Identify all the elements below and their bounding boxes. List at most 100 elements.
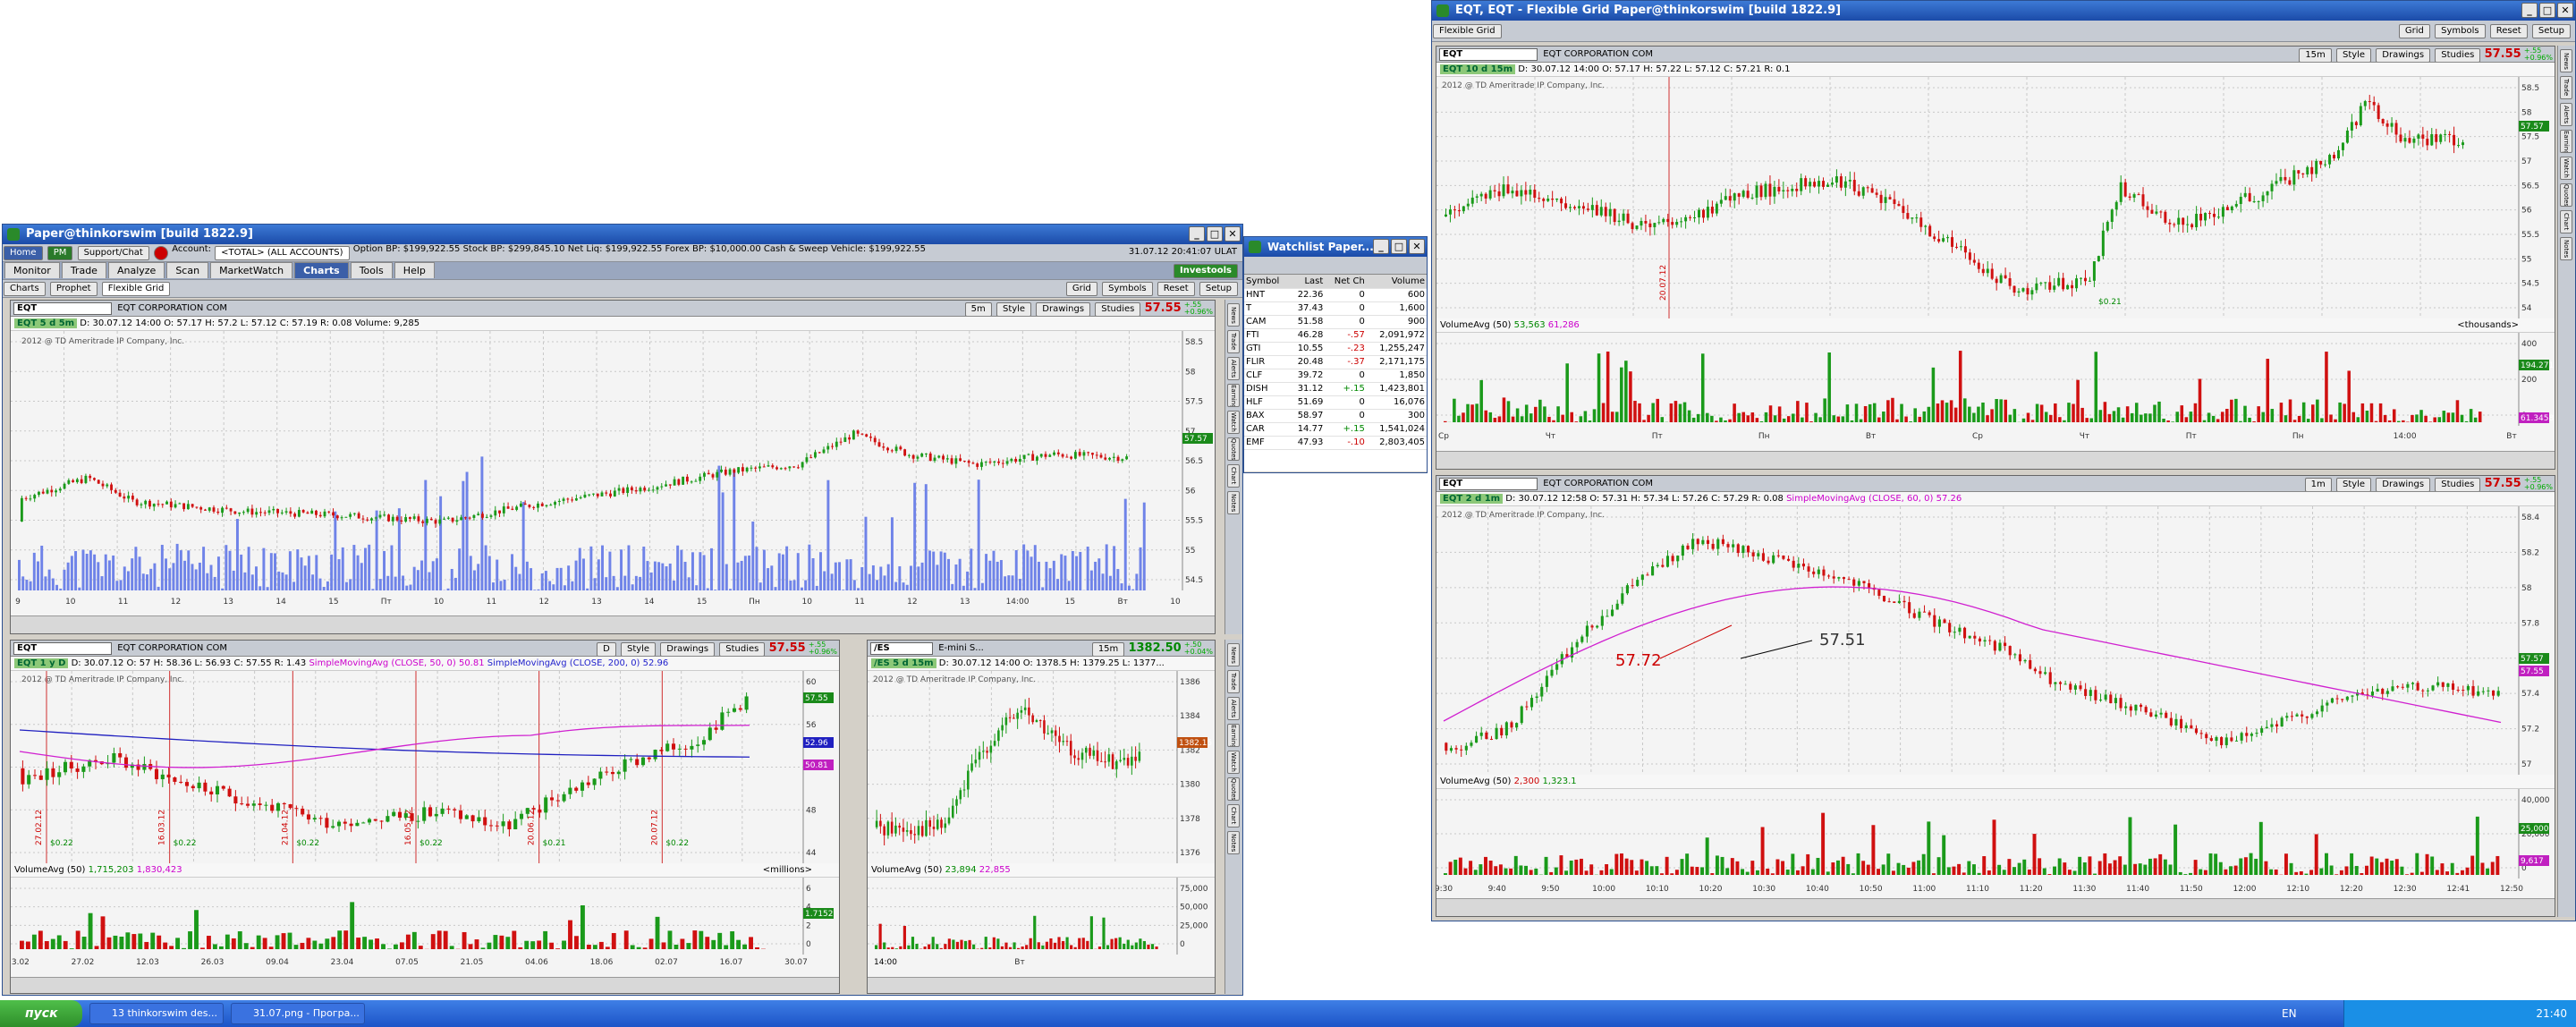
watchlist-titlebar[interactable]: Watchlist Paper... _ □ ✕ <box>1244 237 1427 257</box>
timeframe-select[interactable]: D <box>597 642 616 656</box>
side-earnings-button[interactable]: Earnings <box>1227 384 1240 407</box>
col-netch[interactable]: Net Ch <box>1325 275 1367 289</box>
side-earnings-button[interactable]: Earnings <box>2560 130 2572 153</box>
symbols-button[interactable]: Symbols <box>2435 24 2486 38</box>
drawings-menu[interactable]: Drawings <box>1036 302 1091 316</box>
side-quotes-button[interactable]: Quotes <box>2560 183 2572 207</box>
studies-menu[interactable]: Studies <box>719 642 766 656</box>
side-chart-button[interactable]: Chart <box>1227 464 1240 488</box>
style-menu[interactable]: Style <box>996 302 1032 316</box>
drawings-menu[interactable]: Drawings <box>2376 478 2431 491</box>
chart-scrollbar[interactable] <box>1436 898 2555 916</box>
side-watch-button[interactable]: Watch <box>1227 411 1240 434</box>
watchlist-row[interactable]: BAX 58.97 0 300 <box>1244 409 1427 423</box>
tab-tools[interactable]: Tools <box>350 262 393 278</box>
language-indicator[interactable]: EN <box>2282 1000 2297 1027</box>
drawings-menu[interactable]: Drawings <box>2376 48 2431 62</box>
watchlist-row[interactable]: EMF 47.93 -.10 2,803,405 <box>1244 436 1427 450</box>
chart-scrollbar[interactable] <box>868 977 1215 993</box>
watchlist-minimize[interactable]: _ <box>1373 239 1389 254</box>
watchlist-row[interactable]: T 37.43 0 1,600 <box>1244 301 1427 316</box>
symbol-input[interactable]: EQT <box>13 642 112 655</box>
chart-scrollbar[interactable] <box>1436 451 2555 469</box>
watchlist-row[interactable]: HNT 22.36 0 600 <box>1244 288 1427 302</box>
price-chart[interactable]: 1386138413821380137813762012 @ TD Amerit… <box>868 671 1215 863</box>
price-chart[interactable]: 60565248442012 @ TD Ameritrade IP Compan… <box>11 671 839 863</box>
reset-button[interactable]: Reset <box>1157 282 1195 296</box>
home-button[interactable]: Home <box>4 246 43 260</box>
watchlist-row[interactable]: HLF 51.69 0 16,076 <box>1244 395 1427 410</box>
style-menu[interactable]: Style <box>620 642 657 656</box>
side-alerts-button[interactable]: Alerts <box>1227 357 1240 380</box>
side-watch-button[interactable]: Watch <box>2560 157 2572 180</box>
tab-scan[interactable]: Scan <box>166 262 209 278</box>
maximize-button[interactable]: □ <box>1207 226 1223 242</box>
volume-chart[interactable]: 64201.715213.0227.0212.0326.0309.0423.04… <box>11 878 839 971</box>
watchlist-row[interactable]: CLF 39.72 0 1,850 <box>1244 369 1427 383</box>
subtab-prophet[interactable]: Prophet <box>49 282 97 296</box>
taskbar-task-thinkorswim[interactable]: 13 thinkorswim des... <box>89 1003 224 1024</box>
symbols-button[interactable]: Symbols <box>1102 282 1153 296</box>
side-alerts-button[interactable]: Alerts <box>2560 103 2572 126</box>
subtab-flexible-grid[interactable]: Flexible Grid <box>101 282 171 296</box>
tab-analyze[interactable]: Analyze <box>107 262 165 278</box>
minimize-button[interactable]: _ <box>2521 3 2538 18</box>
side-alerts-button[interactable]: Alerts <box>1227 697 1240 720</box>
timeframe-select[interactable]: 15m <box>2299 48 2332 62</box>
watchlist-close[interactable]: ✕ <box>1409 239 1425 254</box>
volume-chart[interactable]: 75,00050,00025,000014:00 Вт <box>868 878 1215 971</box>
side-trade-button[interactable]: Trade <box>1227 670 1240 693</box>
side-notes-button[interactable]: Notes <box>2560 237 2572 260</box>
side-trade-button[interactable]: Trade <box>2560 76 2572 99</box>
timeframe-select[interactable]: 5m <box>964 302 992 316</box>
col-volume[interactable]: Volume <box>1366 275 1427 289</box>
side-notes-button[interactable]: Notes <box>1227 831 1240 854</box>
style-menu[interactable]: Style <box>2335 48 2372 62</box>
grid-window-titlebar[interactable]: EQT, EQT - Flexible Grid Paper@thinkorsw… <box>1432 1 2575 21</box>
watchlist-row[interactable]: FLIR 20.48 -.37 2,171,175 <box>1244 355 1427 369</box>
close-button[interactable]: ✕ <box>2557 3 2573 18</box>
side-quotes-button[interactable]: Quotes <box>1227 437 1240 461</box>
price-chart[interactable]: 58.55857.55756.55655.55554.52012 @ TD Am… <box>11 331 1215 608</box>
volume-chart[interactable]: 40,00020,000025,0009,6179:309:409:5010:0… <box>1436 789 2555 898</box>
reset-button[interactable]: Reset <box>2489 24 2528 38</box>
tab-trade[interactable]: Trade <box>61 262 106 278</box>
studies-menu[interactable]: Studies <box>2435 478 2481 491</box>
subtab-flexible-grid[interactable]: Flexible Grid <box>1433 24 1502 38</box>
taskbar-task-image[interactable]: 31.07.png - Програ... <box>231 1003 365 1024</box>
support-chat-button[interactable]: Support/Chat <box>77 246 149 260</box>
main-window-titlebar[interactable]: Paper@thinkorswim [build 1822.9] _ □ ✕ <box>3 225 1242 244</box>
watchlist-row[interactable]: CAM 51.58 0 900 <box>1244 315 1427 329</box>
account-select[interactable]: <TOTAL> (ALL ACCOUNTS) <box>215 246 350 260</box>
pm-button[interactable]: PM <box>47 246 73 260</box>
drawings-menu[interactable]: Drawings <box>660 642 716 656</box>
watchlist-row[interactable]: GTI 10.55 -.23 1,255,247 <box>1244 342 1427 356</box>
maximize-button[interactable]: □ <box>2539 3 2555 18</box>
studies-menu[interactable]: Studies <box>1095 302 1141 316</box>
symbol-input[interactable]: EQT <box>1439 478 1538 490</box>
side-watch-button[interactable]: Watch <box>1227 751 1240 774</box>
side-quotes-button[interactable]: Quotes <box>1227 777 1240 801</box>
grid-button[interactable]: Grid <box>1065 282 1097 296</box>
setup-button[interactable]: Setup <box>1199 282 1238 296</box>
side-notes-button[interactable]: Notes <box>1227 491 1240 514</box>
timeframe-select[interactable]: 1m <box>2304 478 2332 491</box>
symbol-input[interactable]: EQT <box>1439 48 1538 61</box>
side-news-button[interactable]: News <box>2560 49 2572 72</box>
watchlist-row[interactable]: DISH 31.12 +.15 1,423,801 <box>1244 382 1427 396</box>
col-symbol[interactable]: Symbol <box>1244 275 1290 289</box>
studies-menu[interactable]: Studies <box>2435 48 2481 62</box>
setup-button[interactable]: Setup <box>2531 24 2571 38</box>
volume-chart[interactable]: 4002000194.27161.3458СрЧтПтПнВтСрЧтПтПн1… <box>1436 333 2555 447</box>
watchlist-row[interactable]: FTI 46.28 -.57 2,091,972 <box>1244 328 1427 343</box>
timeframe-select[interactable]: 15m <box>1091 642 1125 656</box>
record-icon[interactable] <box>154 246 169 260</box>
side-news-button[interactable]: News <box>1227 643 1240 666</box>
close-button[interactable]: ✕ <box>1224 226 1241 242</box>
price-chart[interactable]: 58.458.25857.857.657.457.2572012 @ TD Am… <box>1436 506 2555 775</box>
subtab-charts[interactable]: Charts <box>4 282 46 296</box>
tab-charts[interactable]: Charts <box>294 262 349 278</box>
side-news-button[interactable]: News <box>1227 303 1240 327</box>
side-chart-button[interactable]: Chart <box>2560 210 2572 233</box>
symbol-input[interactable]: /ES <box>870 642 933 655</box>
